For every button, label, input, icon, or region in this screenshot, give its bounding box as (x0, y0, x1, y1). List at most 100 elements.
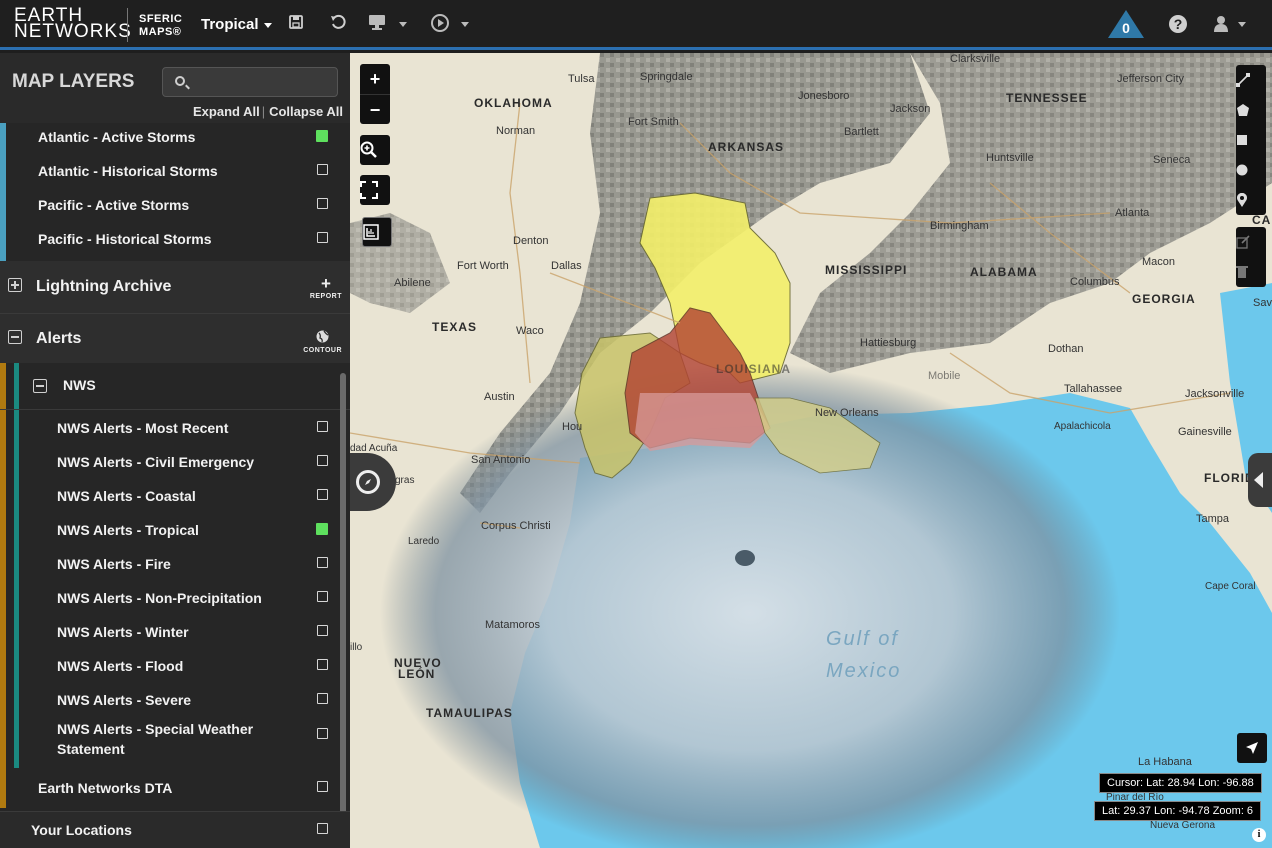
city-label: Macon (1142, 256, 1176, 268)
layer-checkbox[interactable] (317, 232, 328, 243)
legend-button[interactable] (362, 217, 392, 247)
state-label: TAMAULIPAS (426, 706, 513, 720)
map-layers-title: MAP LAYERS (12, 71, 135, 92)
draw-polygon-icon[interactable] (1236, 95, 1266, 125)
layer-checkbox[interactable] (317, 781, 328, 792)
contour-button[interactable]: CONTOUR (303, 329, 342, 354)
zoom-out-button[interactable]: − (360, 94, 390, 124)
layer-checkbox-checked[interactable] (316, 523, 328, 535)
map-center-zoom: Lat: 29.37 Lon: -94.78 Zoom: 6 (1094, 801, 1262, 821)
city-label: Tulsa (568, 73, 595, 85)
city-label: Nueva Gerona (1150, 820, 1216, 831)
layer-label: NWS Alerts - Most Recent (57, 420, 229, 436)
layer-search-input[interactable] (193, 72, 333, 92)
city-label: San Antonio (471, 454, 531, 466)
display-icon[interactable] (366, 14, 388, 36)
layer-row-nws-most-recent[interactable]: NWS Alerts - Most Recent (0, 410, 350, 444)
city-label: Matamoros (485, 619, 541, 631)
map-layers-header: MAP LAYERS Expand All | Collapse All (0, 53, 350, 123)
layer-checkbox[interactable] (317, 198, 328, 209)
map-graphic (350, 53, 1272, 848)
layer-checkbox[interactable] (317, 489, 328, 500)
draw-line-icon[interactable] (1236, 65, 1266, 95)
layer-row-nws-non-precipitation[interactable]: NWS Alerts - Non-Precipitation (0, 580, 350, 614)
layer-row-nws-civil-emergency[interactable]: NWS Alerts - Civil Emergency (0, 444, 350, 478)
layer-checkbox[interactable] (317, 421, 328, 432)
fullscreen-button[interactable] (360, 175, 390, 205)
display-chevron-down-icon[interactable] (399, 22, 407, 27)
group-nws[interactable]: NWS (0, 363, 350, 410)
layer-row-nws-severe[interactable]: NWS Alerts - Severe (0, 682, 350, 716)
alerts-bell-button[interactable]: 0 (1107, 9, 1145, 39)
collapse-all-link[interactable]: Collapse All (269, 104, 343, 119)
undo-icon[interactable] (327, 14, 349, 36)
collapse-icon[interactable] (33, 379, 47, 393)
help-icon[interactable]: ? (1169, 15, 1187, 33)
group-alerts[interactable]: Alerts CONTOUR (0, 313, 350, 363)
layer-checkbox[interactable] (317, 728, 328, 739)
city-label: Gainesville (1178, 426, 1232, 438)
right-panel-toggle[interactable] (1248, 453, 1272, 507)
layer-row-nws-special-weather-statement[interactable]: NWS Alerts - Special Weather Statement (0, 716, 350, 768)
layer-row-nws-tropical[interactable]: NWS Alerts - Tropical (0, 512, 350, 546)
city-label: Norman (496, 125, 536, 137)
layer-row-pacific-active[interactable]: Pacific - Active Storms (0, 191, 350, 225)
top-toolbar: EARTH NETWORKS SFERIC MAPS® Tropical 0 ? (0, 0, 1272, 50)
report-caption: REPORT (309, 293, 342, 300)
layer-row-pacific-historical[interactable]: Pacific - Historical Storms (0, 225, 350, 261)
delete-shape-icon[interactable] (1236, 257, 1266, 287)
city-label: Clarksville (950, 53, 1001, 65)
layer-row-atlantic-historical[interactable]: Atlantic - Historical Storms (0, 157, 350, 191)
layer-checkbox[interactable] (317, 557, 328, 568)
layer-row-nws-coastal[interactable]: NWS Alerts - Coastal (0, 478, 350, 512)
layer-checkbox[interactable] (317, 625, 328, 636)
edit-shape-icon[interactable] (1236, 227, 1266, 257)
layer-checkbox[interactable] (317, 823, 328, 834)
draw-marker-icon[interactable] (1236, 185, 1266, 215)
zoom-to-area-button[interactable] (360, 135, 390, 165)
expand-all-link[interactable]: Expand All (193, 104, 260, 119)
layer-row-atlantic-active[interactable]: Atlantic - Active Storms (0, 123, 350, 157)
layer-checkbox[interactable] (317, 164, 328, 175)
user-icon[interactable] (1214, 15, 1228, 33)
map-canvas[interactable]: OKLAHOMA ARKANSAS TENNESSEE MISSISSIPPI … (350, 53, 1272, 848)
layer-row-nws-winter[interactable]: NWS Alerts - Winter (0, 614, 350, 648)
info-icon[interactable]: i (1252, 828, 1266, 842)
layer-checkbox-checked[interactable] (316, 130, 328, 142)
state-label: ALABAMA (970, 265, 1038, 279)
layer-checkbox[interactable] (317, 693, 328, 704)
save-icon[interactable] (285, 14, 307, 36)
product-line2: MAPS® (139, 26, 182, 38)
layer-checkbox[interactable] (317, 591, 328, 602)
city-label: Laredo (408, 536, 440, 547)
layer-row-nws-flood[interactable]: NWS Alerts - Flood (0, 648, 350, 682)
play-chevron-down-icon[interactable] (461, 22, 469, 27)
group-label: Lightning Archive (36, 278, 172, 295)
group-your-locations[interactable]: Your Locations (0, 811, 350, 848)
locate-me-button[interactable] (1237, 733, 1267, 763)
zoom-in-button[interactable]: + (360, 64, 390, 94)
collapse-icon[interactable] (8, 330, 22, 344)
draw-circle-icon[interactable] (1236, 155, 1266, 185)
city-label: Hattiesburg (860, 337, 917, 349)
earth-networks-logo: EARTH NETWORKS (14, 6, 132, 41)
city-label: La Habana (1138, 756, 1192, 768)
state-label: MISSISSIPPI (825, 263, 908, 277)
layer-row-nws-fire[interactable]: NWS Alerts - Fire (0, 546, 350, 580)
layer-row-earth-networks-dta[interactable]: Earth Networks DTA (0, 770, 350, 804)
user-chevron-down-icon[interactable] (1238, 22, 1246, 27)
zoom-in-label: + (369, 69, 381, 89)
expand-icon[interactable] (8, 278, 22, 292)
layer-label: NWS Alerts - Winter (57, 624, 189, 640)
play-animation-icon[interactable] (429, 14, 451, 36)
layers-scrollbar[interactable] (340, 373, 346, 818)
report-button[interactable]: + REPORT (310, 275, 342, 300)
layer-checkbox[interactable] (317, 455, 328, 466)
layout-dropdown[interactable]: Tropical (201, 16, 272, 33)
group-lightning-archive[interactable]: Lightning Archive + REPORT (0, 261, 350, 313)
layer-search-box[interactable] (162, 67, 338, 97)
city-label: Huntsville (986, 152, 1034, 164)
layer-checkbox[interactable] (317, 659, 328, 670)
draw-rectangle-icon[interactable] (1236, 125, 1266, 155)
state-label: GEORGIA (1132, 292, 1196, 306)
